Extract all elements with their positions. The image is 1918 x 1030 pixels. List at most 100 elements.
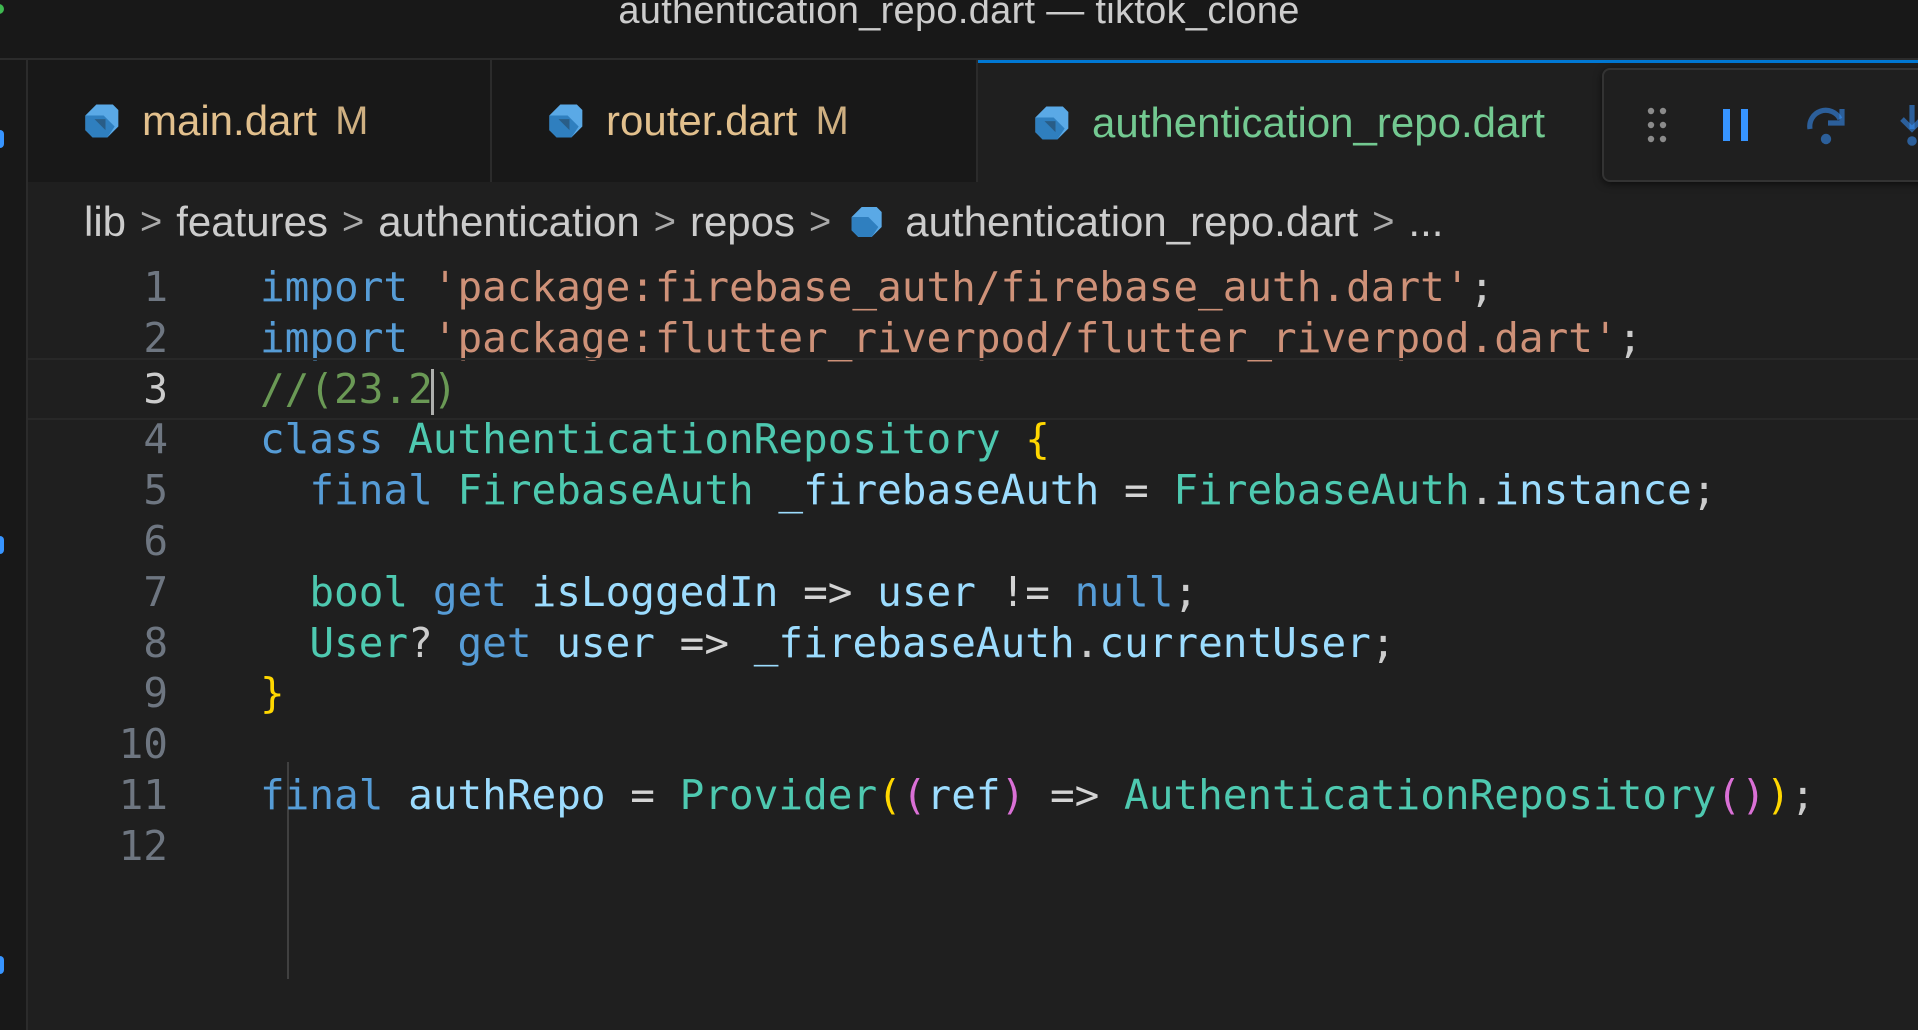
tab-label: router.dart (606, 97, 798, 144)
window-title: authentication_repo.dart — tiktok_clone (618, 0, 1300, 32)
step-into-icon[interactable] (1898, 103, 1918, 147)
dart-icon (549, 104, 583, 138)
code-token: ( (901, 771, 927, 819)
code-token: ( (877, 771, 902, 819)
code-token: class (260, 415, 384, 464)
title-bar: authentication_repo.dart — tiktok_clone (0, 0, 1918, 60)
modified-badge: M (815, 98, 849, 143)
code-token: => (655, 618, 754, 667)
code-token: Provider (679, 771, 878, 819)
code-token: ? (408, 618, 458, 667)
code-token: ) (1741, 771, 1766, 819)
chevron-right-icon: > (140, 200, 163, 243)
code-token: import (260, 263, 409, 311)
tab-label: authentication_repo.dart (1092, 98, 1545, 146)
code-token: currentUser (1099, 618, 1371, 667)
step-over-icon[interactable] (1802, 103, 1852, 147)
tab-main-dart[interactable]: main.dart M (28, 60, 492, 182)
code-line[interactable]: 12 (28, 815, 1918, 877)
breadcrumb-item-features[interactable]: features (176, 198, 328, 246)
breadcrumb: lib > features > authentication > repos … (84, 192, 1443, 252)
code-token: final (309, 466, 433, 515)
dart-icon (1035, 106, 1069, 139)
code-token: bool (309, 567, 409, 616)
code-token: FirebaseAuth (457, 466, 754, 515)
code-token: user (877, 567, 976, 616)
tab-router-dart[interactable]: router.dart M (492, 60, 978, 182)
code-token: . (1074, 618, 1100, 667)
code-token: authRepo (408, 771, 606, 819)
modified-badge: M (335, 98, 369, 143)
code-token: != (975, 567, 1075, 616)
dart-icon (851, 207, 882, 237)
code-token: 'package:firebase_auth/firebase_auth.dar… (432, 263, 1470, 311)
code-token: User (309, 618, 409, 667)
indicator-marker (0, 956, 4, 974)
code-token: ; (1469, 263, 1495, 311)
indicator-marker (0, 130, 4, 148)
indicator-marker (0, 536, 4, 554)
activity-strip (0, 60, 28, 1030)
dart-icon (85, 104, 119, 138)
chevron-right-icon: > (1372, 200, 1395, 243)
code-token: ) (1000, 771, 1026, 819)
code-token: } (260, 669, 285, 718)
code-token: ; (1370, 618, 1396, 667)
tab-label: main.dart (142, 97, 318, 144)
code-token: get (457, 618, 532, 667)
line-number: 12 (118, 821, 168, 870)
breadcrumb-item-lib[interactable]: lib (84, 198, 126, 246)
code-editor[interactable]: 1 import 'package:firebase_auth/firebase_… (28, 262, 1918, 1030)
code-token: ) (432, 364, 458, 413)
code-token: = (605, 771, 680, 819)
code-token: null (1074, 567, 1174, 616)
code-token: { (1025, 415, 1050, 464)
code-token: ; (1691, 466, 1717, 515)
code-token: => (1025, 771, 1125, 819)
code-token: FirebaseAuth (1173, 466, 1470, 515)
code-token: AuthenticationRepository (408, 415, 1001, 464)
code-token: _firebaseAuth (753, 618, 1075, 667)
chevron-right-icon: > (653, 200, 676, 243)
code-token: = (1099, 466, 1174, 515)
debug-toolbar (1602, 68, 1918, 182)
code-token: //(23.2 (260, 364, 433, 413)
breadcrumb-item-authentication[interactable]: authentication (378, 198, 640, 246)
chevron-right-icon: > (809, 200, 832, 243)
code-token: instance (1494, 466, 1692, 515)
code-token: ; (1790, 771, 1816, 819)
code-token: isLoggedIn (531, 567, 779, 616)
breadcrumb-item-repos[interactable]: repos (690, 198, 795, 246)
code-token: ) (1765, 771, 1791, 819)
code-token: user (556, 618, 655, 667)
breadcrumb-item-file[interactable]: authentication_repo.dart (905, 198, 1358, 246)
code-token: . (1469, 466, 1495, 515)
code-token: AuthenticationRepository (1124, 771, 1717, 819)
code-token: import (260, 313, 409, 362)
code-token: get (432, 567, 507, 616)
code-token: ( (1716, 771, 1742, 819)
pause-icon[interactable] (1716, 105, 1756, 145)
code-token: _firebaseAuth (778, 466, 1100, 515)
breadcrumb-item-symbols[interactable]: ... (1408, 198, 1443, 246)
code-token: ; (1173, 567, 1199, 616)
chevron-right-icon: > (342, 200, 365, 243)
drag-handle-icon[interactable] (1642, 105, 1672, 145)
code-token: => (778, 567, 878, 616)
code-token: final (260, 771, 384, 819)
code-token: ref (926, 771, 1001, 819)
code-token: ; (1617, 313, 1643, 362)
